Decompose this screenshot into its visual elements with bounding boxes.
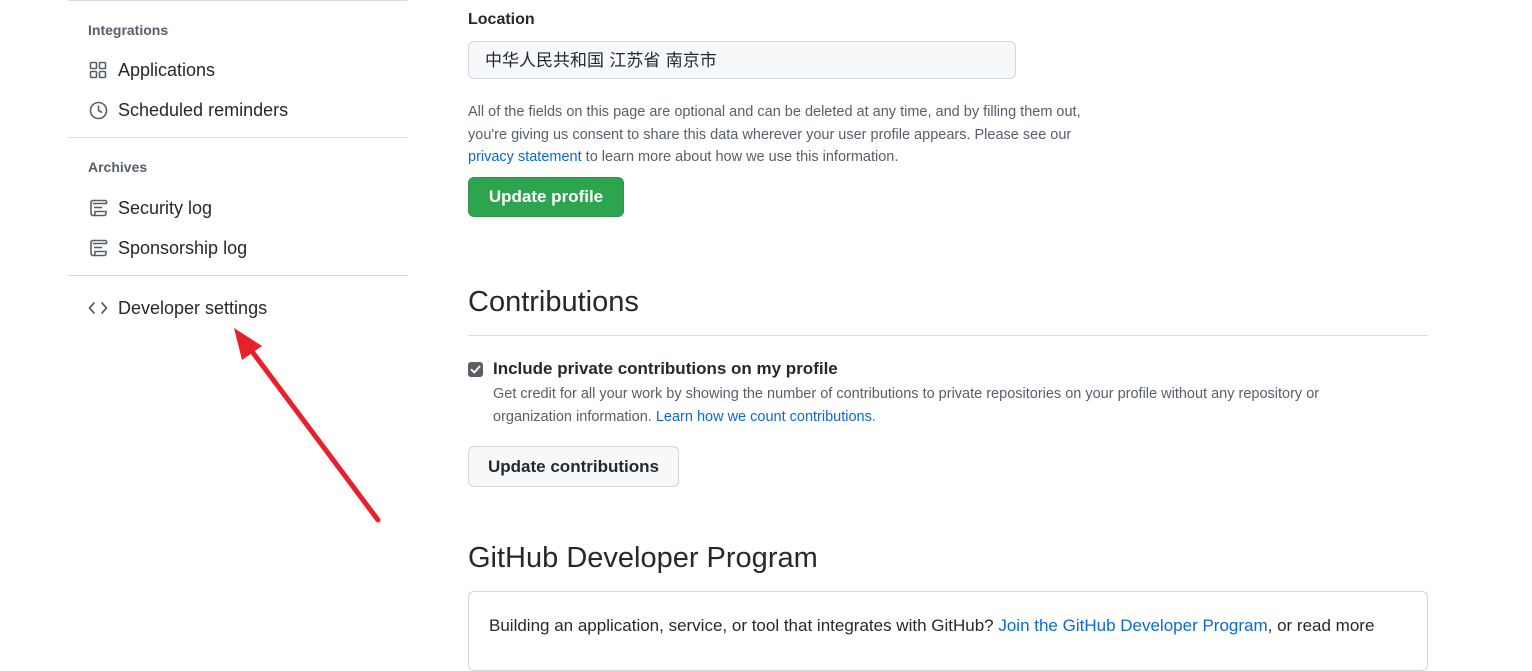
checkmark-icon: [470, 365, 481, 374]
location-input[interactable]: 中华人民共和国 江苏省 南京市: [468, 41, 1016, 79]
privacy-note: All of the fields on this page are optio…: [468, 101, 1098, 169]
developer-program-box: Building an application, service, or too…: [468, 591, 1428, 671]
sidebar-item-scheduled-reminders[interactable]: Scheduled reminders: [88, 97, 288, 123]
contributions-note-end: .: [871, 409, 876, 425]
contributions-note: Get credit for all your work by showing …: [493, 383, 1393, 429]
privacy-note-text: All of the fields on this page are optio…: [468, 104, 1081, 143]
log-icon: [88, 198, 108, 218]
sidebar-heading-archives: Archives: [88, 159, 148, 175]
location-label: Location: [468, 11, 535, 28]
developer-program-text: Building an application, service, or too…: [489, 616, 1374, 636]
sidebar-item-label: Scheduled reminders: [118, 99, 289, 120]
developer-program-text-end: , or read more: [1267, 616, 1375, 635]
section-divider: [468, 335, 1428, 336]
update-profile-button[interactable]: Update profile: [468, 177, 624, 217]
include-private-contributions-checkbox[interactable]: [468, 362, 483, 377]
developer-program-text-start: Building an application, service, or too…: [489, 616, 999, 635]
privacy-statement-link[interactable]: privacy statement: [468, 149, 582, 165]
privacy-note-text-end: to learn more about how we use this info…: [581, 149, 899, 165]
update-contributions-button[interactable]: Update contributions: [468, 446, 679, 487]
sidebar-item-applications[interactable]: Applications: [88, 57, 215, 83]
clock-icon: [88, 100, 108, 120]
sidebar-item-label: Sponsorship log: [118, 237, 248, 258]
log-icon: [88, 238, 108, 258]
sidebar-item-sponsorship-log[interactable]: Sponsorship log: [88, 235, 247, 261]
include-private-contributions-label[interactable]: Include private contributions on my prof…: [493, 359, 838, 379]
sidebar-divider: [68, 137, 408, 138]
join-developer-program-link[interactable]: Join the GitHub Developer Program: [998, 616, 1267, 635]
sidebar-divider: [68, 0, 408, 1]
apps-grid-icon: [88, 60, 108, 80]
learn-how-we-count-link[interactable]: Learn how we count contributions: [656, 409, 872, 425]
sidebar-item-label: Developer settings: [118, 297, 268, 318]
sidebar-item-security-log[interactable]: Security log: [88, 195, 212, 221]
sidebar-item-developer-settings[interactable]: Developer settings: [88, 295, 267, 321]
sidebar-heading-integrations: Integrations: [88, 22, 169, 38]
contributions-note-text: Get credit for all your work by showing …: [493, 386, 1320, 425]
sidebar-divider: [68, 275, 408, 276]
annotation-arrow: [234, 328, 381, 523]
sidebar-item-label: Applications: [118, 59, 216, 80]
contributions-heading: Contributions: [468, 286, 639, 318]
code-icon: [88, 298, 108, 318]
sidebar-item-label: Security log: [118, 197, 213, 218]
developer-program-heading: GitHub Developer Program: [468, 542, 818, 574]
